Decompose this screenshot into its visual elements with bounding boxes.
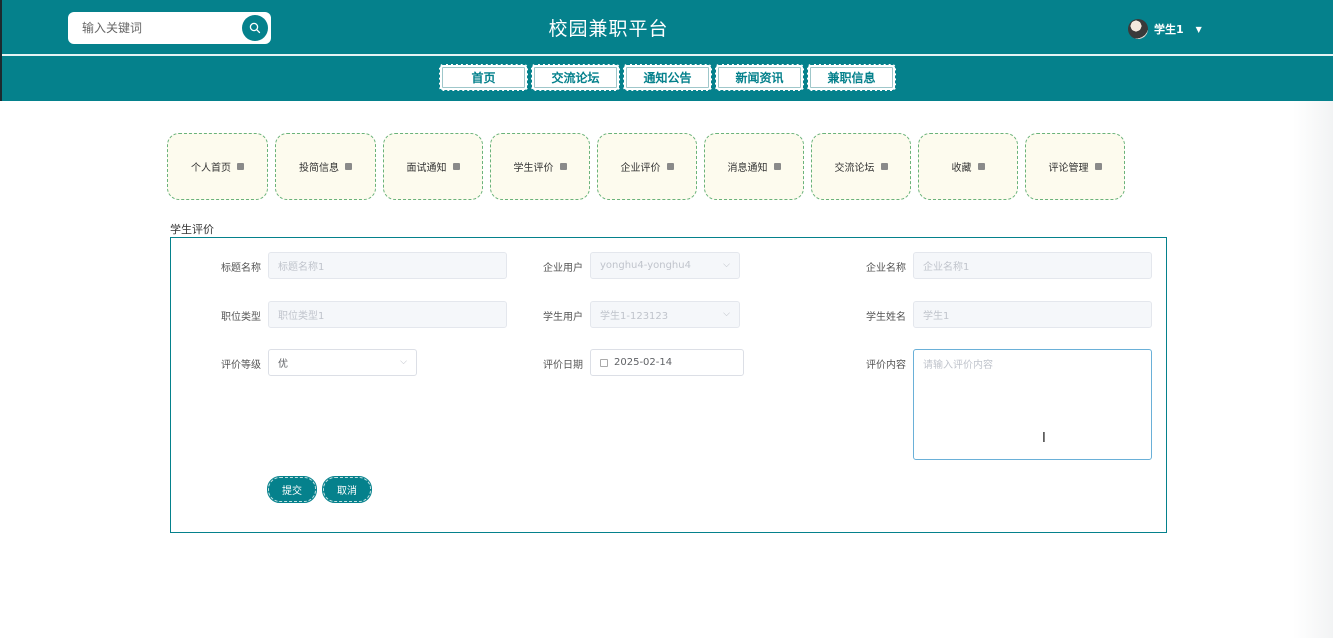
student-name-value: 学生1 (923, 311, 950, 322)
submenu-item-company-review[interactable]: 企业评价 (597, 133, 697, 200)
rating-date-picker[interactable]: 2025-02-14 (590, 349, 744, 376)
rating-content-placeholder: 请输入评价内容 (923, 360, 993, 371)
student-user-value: 学生1-123123 (600, 311, 669, 322)
calendar-icon (600, 358, 608, 367)
home-icon (666, 163, 674, 170)
top-header: 校园兼职平台 学生1 ▼ 首页 交流论坛 通知公告 新闻资讯 兼职信息 (0, 0, 1333, 101)
submenu-item-label: 评论管理 (1048, 163, 1089, 174)
home-icon (237, 163, 244, 170)
submenu-item-forum[interactable]: 交流论坛 (811, 133, 911, 200)
nav-item-home[interactable]: 首页 (439, 64, 528, 91)
site-title: 校园兼职平台 (548, 18, 669, 40)
company-name-value: 企业名称1 (923, 262, 970, 273)
submenu-item-label: 个人首页 (191, 163, 231, 174)
nav-item-news[interactable]: 新闻资讯 (715, 64, 804, 91)
chevron-down-icon: ⌵ (723, 309, 730, 319)
home-icon (773, 163, 781, 170)
submenu-item-profile[interactable]: 个人首页 (167, 133, 268, 200)
nav-item-jobs[interactable]: 兼职信息 (807, 64, 896, 91)
company-user-select: yonghu4-yonghu4 ⌵ (590, 252, 740, 279)
text-cursor-icon: I (1042, 431, 1046, 446)
company-user-label: 企业用户 (543, 263, 583, 274)
title-name-value: 标题名称1 (278, 262, 325, 273)
center-submenu: 个人首页 投简信息 面试通知 学生评价 企业评价 消息通知 交流论坛 收藏 评论… (167, 133, 1125, 200)
company-name-label: 企业名称 (866, 263, 906, 274)
home-icon (1094, 163, 1102, 170)
user-name: 学生1 (1154, 23, 1184, 36)
submenu-item-label: 面试通知 (406, 163, 447, 174)
scroll-area-edge (1293, 101, 1333, 638)
job-type-field: 职位类型1 (268, 301, 507, 328)
section-title: 学生评价 (170, 223, 214, 236)
nav-item-forum[interactable]: 交流论坛 (531, 64, 620, 91)
cancel-button[interactable]: 取消 (322, 476, 372, 503)
rating-content-label: 评价内容 (866, 360, 906, 371)
rating-date-value: 2025-02-14 (614, 357, 673, 368)
main-nav: 首页 交流论坛 通知公告 新闻资讯 兼职信息 (439, 64, 896, 91)
rating-content-textarea[interactable]: 请输入评价内容 (913, 349, 1152, 460)
chevron-down-icon: ⌵ (723, 260, 730, 270)
title-name-field: 标题名称1 (268, 252, 507, 279)
submenu-item-applications[interactable]: 投简信息 (275, 133, 376, 200)
submenu-item-comments[interactable]: 评论管理 (1025, 133, 1125, 200)
student-name-label: 学生姓名 (866, 312, 906, 323)
rating-level-label: 评价等级 (221, 360, 261, 371)
company-user-value: yonghu4-yonghu4 (600, 260, 691, 271)
home-icon (880, 163, 888, 170)
caret-down-icon: ▼ (1195, 24, 1202, 34)
chevron-down-icon: ⌵ (400, 357, 407, 367)
avatar (1128, 19, 1148, 39)
user-menu[interactable]: 学生1 ▼ (1128, 18, 1202, 40)
submenu-item-messages[interactable]: 消息通知 (704, 133, 804, 200)
student-user-label: 学生用户 (543, 312, 583, 323)
header-divider (2, 54, 1333, 56)
submenu-item-label: 收藏 (951, 163, 972, 174)
submenu-item-label: 企业评价 (620, 163, 661, 174)
title-name-label: 标题名称 (221, 263, 261, 274)
home-icon (452, 163, 460, 170)
submenu-item-interviews[interactable]: 面试通知 (383, 133, 483, 200)
rating-level-value: 优 (278, 359, 288, 370)
job-type-value: 职位类型1 (278, 311, 325, 322)
submenu-item-label: 投简信息 (299, 163, 339, 174)
rating-date-label: 评价日期 (543, 360, 583, 371)
submit-button[interactable]: 提交 (267, 476, 317, 503)
submenu-item-label: 学生评价 (513, 163, 554, 174)
home-icon (977, 163, 985, 170)
submenu-item-student-review[interactable]: 学生评价 (490, 133, 590, 200)
student-user-select: 学生1-123123 ⌵ (590, 301, 740, 328)
rating-level-select[interactable]: 优 ⌵ (268, 349, 417, 376)
student-name-field: 学生1 (913, 301, 1152, 328)
nav-item-notice[interactable]: 通知公告 (623, 64, 712, 91)
submenu-item-label: 交流论坛 (834, 163, 875, 174)
submenu-item-label: 消息通知 (727, 163, 768, 174)
company-name-field: 企业名称1 (913, 252, 1152, 279)
job-type-label: 职位类型 (221, 312, 261, 323)
submenu-item-favorites[interactable]: 收藏 (918, 133, 1018, 200)
home-icon (559, 163, 567, 170)
home-icon (345, 163, 352, 170)
